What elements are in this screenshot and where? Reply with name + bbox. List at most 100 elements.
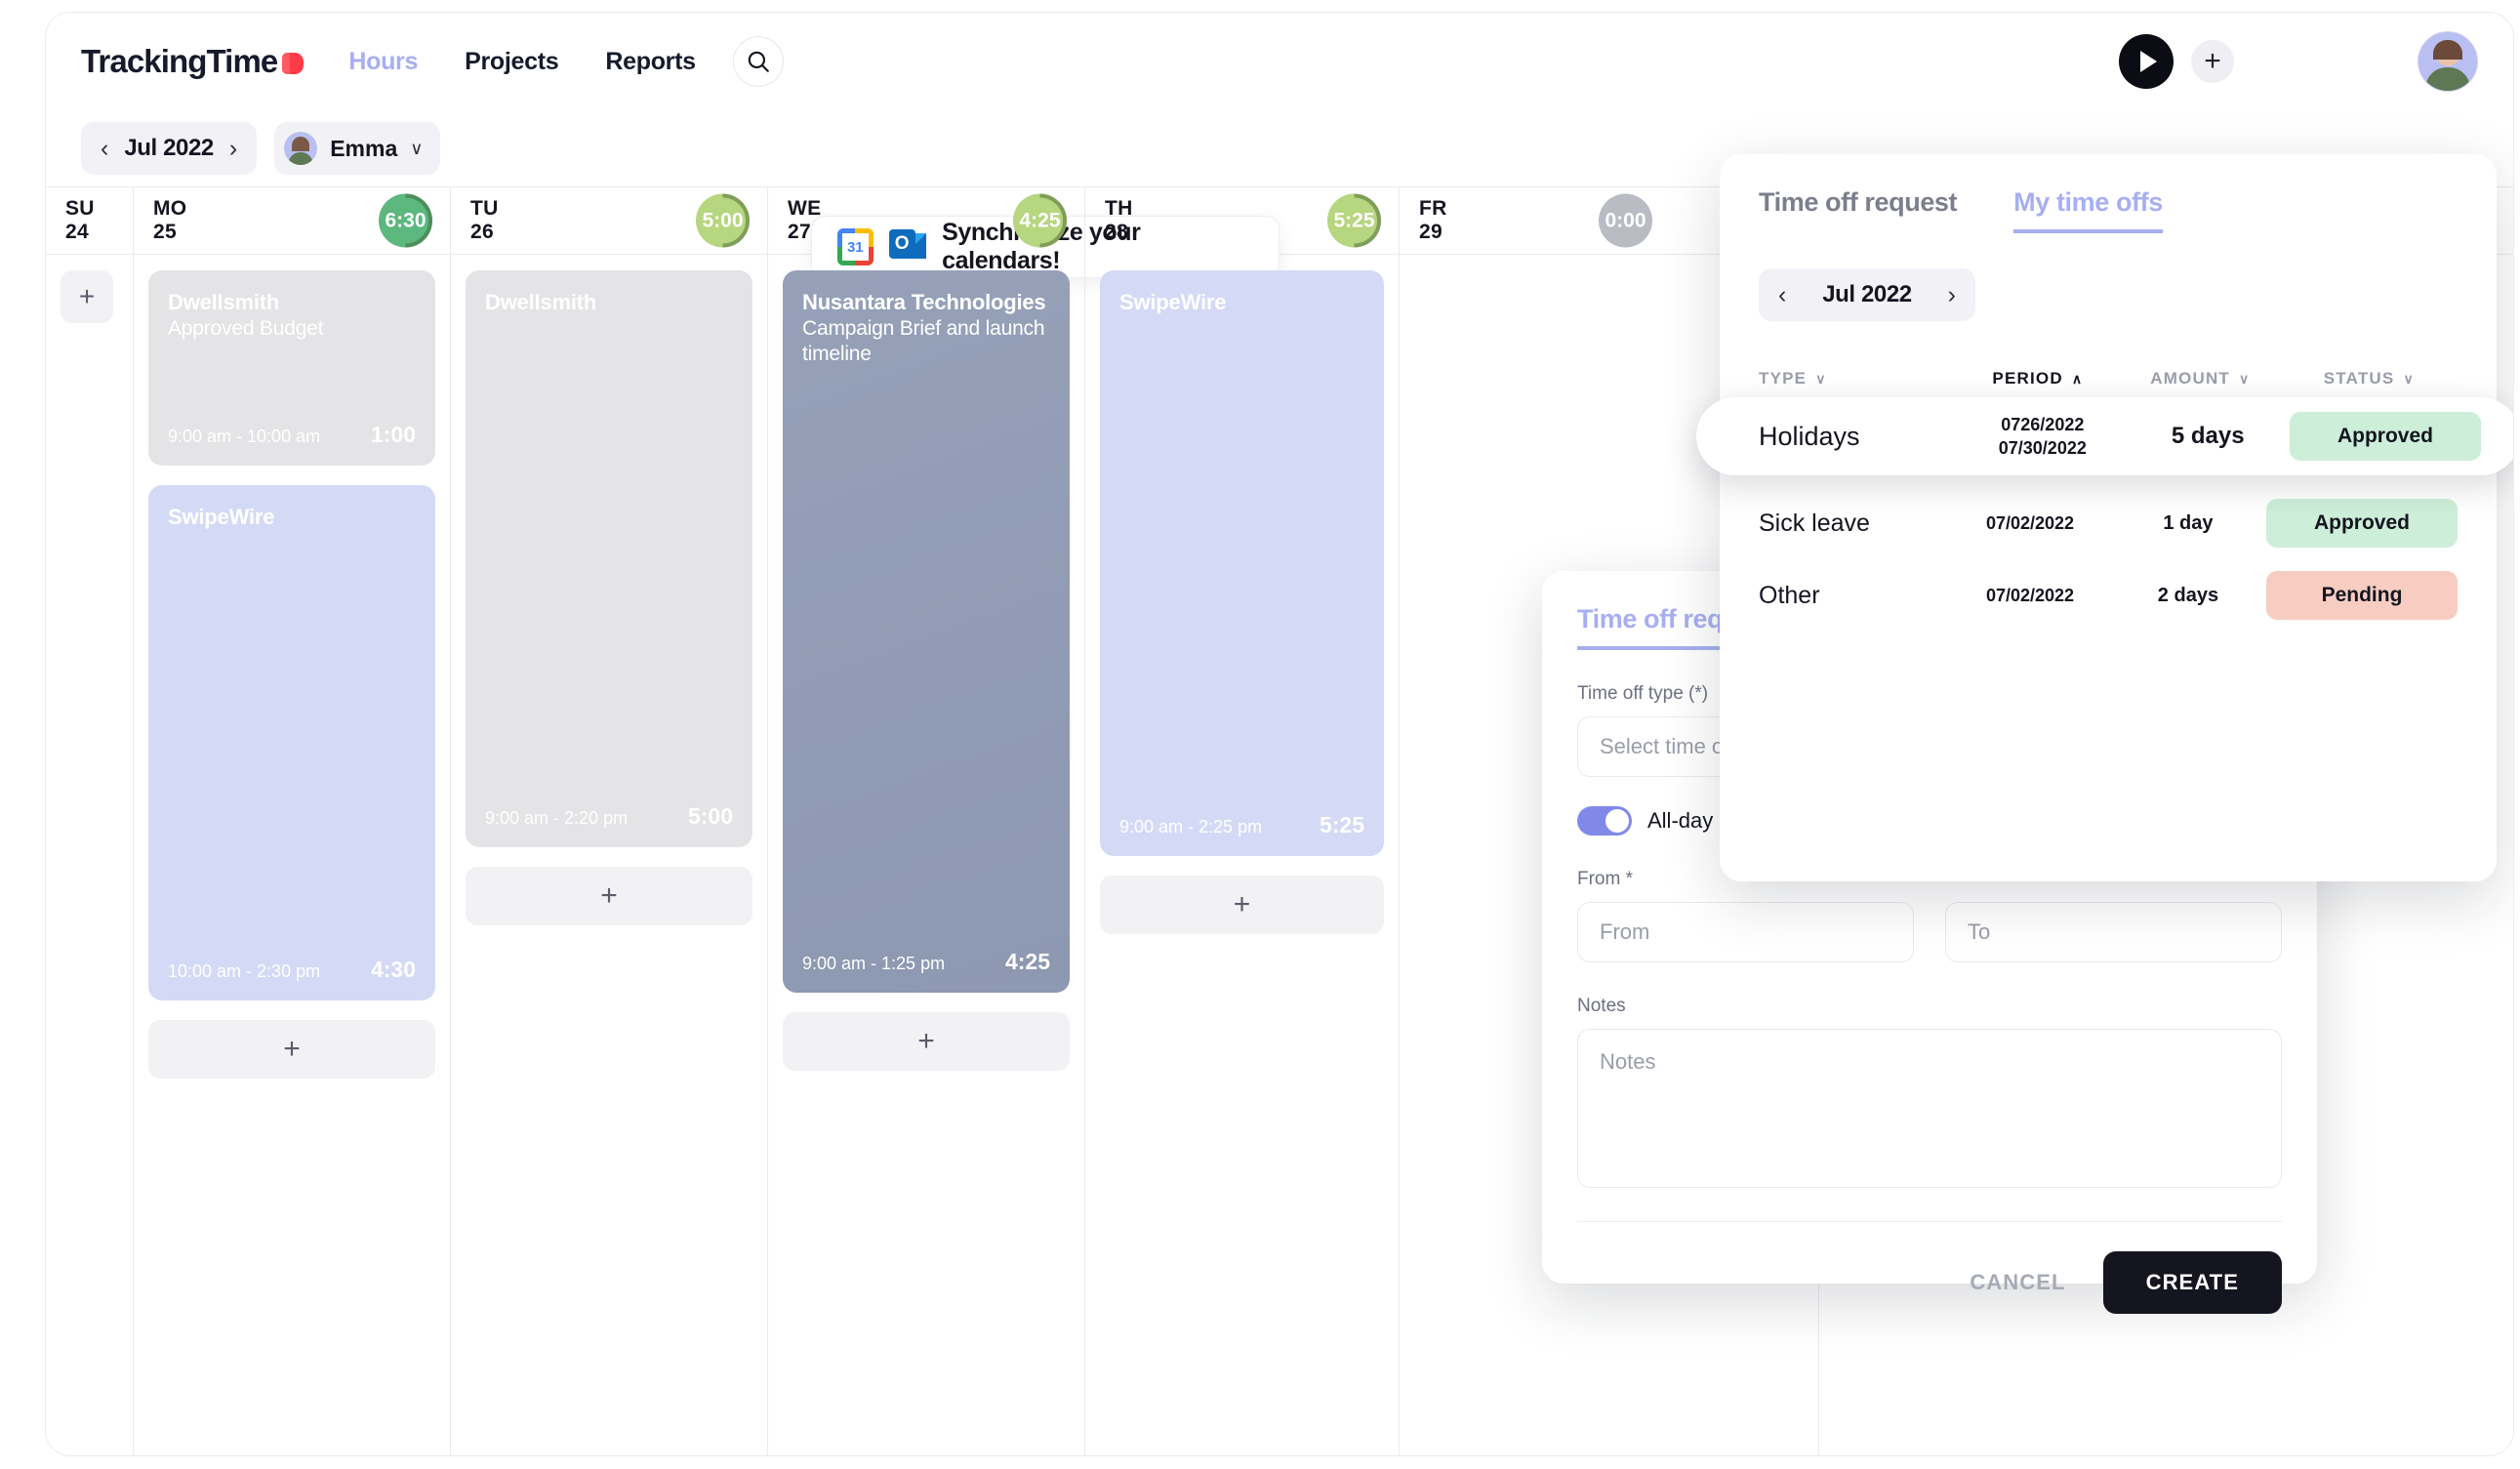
day-header-monday: MO 25 6:30 bbox=[134, 187, 451, 254]
entry-time-range: 9:00 am - 2:25 pm bbox=[1119, 817, 1263, 837]
row-status: Approved bbox=[2266, 499, 2458, 548]
add-time-entry-button[interactable]: + bbox=[1100, 876, 1384, 934]
time-offs-table-header: TYPE ∨ PERIOD ∧ AMOUNT ∨ STATUS ∨ bbox=[1720, 360, 2497, 397]
status-badge: Approved bbox=[2266, 499, 2458, 548]
entry-duration: 4:25 bbox=[1004, 949, 1050, 974]
entry-time-range: 9:00 am - 10:00 am bbox=[168, 427, 321, 446]
next-period-icon[interactable]: › bbox=[229, 136, 237, 161]
next-period-icon[interactable]: › bbox=[1948, 282, 1956, 307]
entry-project: Dwellsmith bbox=[485, 290, 597, 314]
day-dow: FR bbox=[1419, 196, 1447, 220]
time-entry-card[interactable]: Dwellsmith 9:00 am - 2:20 pm 5:00 bbox=[466, 270, 752, 847]
day-column-wednesday: Nusantara Technologies Campaign Brief an… bbox=[768, 255, 1085, 1455]
tab-time-off-request[interactable]: Time off request bbox=[1759, 187, 1958, 229]
day-total-badge: 0:00 bbox=[1599, 193, 1652, 248]
entry-project: SwipeWire bbox=[1119, 290, 1227, 314]
nav-item-reports[interactable]: Reports bbox=[605, 48, 696, 76]
panel-tab-bar: Time off request My time offs bbox=[1720, 187, 2497, 233]
row-status: Approved bbox=[2290, 412, 2481, 461]
day-column-sunday: + bbox=[46, 255, 134, 1455]
row-status: Pending bbox=[2266, 571, 2458, 620]
panel-period-label: Jul 2022 bbox=[1822, 281, 1912, 307]
period-selector[interactable]: ‹ Jul 2022 › bbox=[81, 122, 258, 175]
entry-time-range: 9:00 am - 2:20 pm bbox=[485, 808, 629, 828]
nav-item-hours[interactable]: Hours bbox=[348, 48, 418, 76]
day-dom: 26 bbox=[470, 221, 494, 243]
time-entry-card[interactable]: Nusantara Technologies Campaign Brief an… bbox=[783, 270, 1070, 993]
time-off-row[interactable]: Other 07/02/2022 2 days Pending bbox=[1720, 561, 2497, 630]
column-header-status[interactable]: STATUS ∨ bbox=[2324, 369, 2415, 388]
notes-label: Notes bbox=[1577, 996, 1626, 1016]
day-dom: 24 bbox=[65, 221, 89, 243]
entry-duration: 1:00 bbox=[370, 422, 416, 447]
user-filter-selector[interactable]: Emma ∨ bbox=[274, 122, 441, 175]
time-entry-card[interactable]: SwipeWire 9:00 am - 2:25 pm 5:25 bbox=[1100, 270, 1384, 856]
start-timer-button[interactable] bbox=[2119, 34, 2174, 89]
day-dom: 27 bbox=[788, 221, 811, 243]
row-period-end: 07/30/2022 bbox=[1998, 438, 2087, 458]
day-total-badge: 4:25 bbox=[1013, 193, 1067, 248]
row-period: 07/02/2022 bbox=[1985, 585, 2075, 605]
row-type: Sick leave bbox=[1759, 509, 1870, 537]
time-off-row[interactable]: Sick leave 07/02/2022 1 day Approved bbox=[1720, 489, 2497, 557]
top-right-actions: + bbox=[2119, 31, 2478, 92]
prev-period-icon[interactable]: ‹ bbox=[1778, 282, 1786, 307]
time-entry-card[interactable]: SwipeWire 10:00 am - 2:30 pm 4:30 bbox=[148, 485, 435, 1000]
row-period-start: 0726/2022 bbox=[2001, 414, 2085, 434]
cancel-button[interactable]: CANCEL bbox=[1970, 1270, 2065, 1295]
add-time-entry-button[interactable]: + bbox=[148, 1020, 435, 1079]
add-entry-button[interactable]: + bbox=[2191, 40, 2234, 83]
add-time-entry-button[interactable]: + bbox=[61, 270, 113, 323]
time-entry-card[interactable]: Dwellsmith Approved Budget 9:00 am - 10:… bbox=[148, 270, 435, 466]
chevron-down-icon: ∨ bbox=[410, 138, 424, 158]
column-header-amount[interactable]: AMOUNT ∨ bbox=[2150, 369, 2250, 388]
create-button[interactable]: CREATE bbox=[2102, 1251, 2282, 1314]
entry-duration: 4:30 bbox=[370, 957, 416, 982]
prev-period-icon[interactable]: ‹ bbox=[101, 136, 108, 161]
day-dom: 25 bbox=[153, 221, 177, 243]
day-dom: 28 bbox=[1105, 221, 1128, 243]
nav-item-projects[interactable]: Projects bbox=[465, 48, 559, 76]
day-total-badge: 5:00 bbox=[696, 193, 750, 248]
notes-input[interactable]: Notes bbox=[1577, 1029, 2282, 1188]
user-filter-avatar bbox=[284, 132, 318, 165]
day-header-tuesday: TU 26 5:00 bbox=[451, 187, 768, 254]
day-header-sunday: SU 24 bbox=[46, 187, 134, 254]
add-time-entry-button[interactable]: + bbox=[783, 1012, 1070, 1071]
entry-time-range: 10:00 am - 2:30 pm bbox=[168, 961, 321, 981]
app-window: TrackingTime Hours Projects Reports + ‹ … bbox=[45, 12, 2514, 1456]
day-header-wednesday: WE 27 4:25 bbox=[768, 187, 1085, 254]
to-date-input[interactable]: To bbox=[1945, 902, 2282, 962]
chevron-up-icon: ∧ bbox=[2071, 370, 2084, 387]
main-nav: Hours Projects Reports bbox=[348, 48, 696, 76]
entry-duration: 5:00 bbox=[687, 803, 733, 829]
day-column-thursday: SwipeWire 9:00 am - 2:25 pm 5:25 + bbox=[1085, 255, 1400, 1455]
account-avatar[interactable] bbox=[2418, 31, 2478, 92]
add-time-entry-button[interactable]: + bbox=[466, 867, 752, 925]
day-column-monday: Dwellsmith Approved Budget 9:00 am - 10:… bbox=[134, 255, 451, 1455]
chevron-down-icon: ∨ bbox=[1815, 370, 1827, 387]
day-total-badge: 6:30 bbox=[379, 193, 432, 248]
status-badge: Approved bbox=[2290, 412, 2481, 461]
day-column-tuesday: Dwellsmith 9:00 am - 2:20 pm 5:00 + bbox=[451, 255, 768, 1455]
row-amount: 5 days bbox=[2171, 423, 2245, 449]
tab-my-time-offs[interactable]: My time offs bbox=[2013, 187, 2163, 233]
day-dow: SU bbox=[65, 196, 95, 220]
day-dow: TH bbox=[1105, 196, 1133, 220]
search-icon[interactable] bbox=[732, 36, 784, 87]
from-date-input[interactable]: From bbox=[1577, 902, 1914, 962]
row-period: 07/02/2022 bbox=[1985, 512, 2075, 533]
all-day-toggle[interactable] bbox=[1577, 806, 1632, 836]
app-logo[interactable]: TrackingTime bbox=[81, 43, 305, 80]
panel-period-selector[interactable]: ‹ Jul 2022 › bbox=[1759, 268, 1975, 321]
time-off-row[interactable]: Holidays 0726/2022 07/30/2022 5 days App… bbox=[1696, 397, 2513, 475]
column-header-type[interactable]: TYPE ∨ bbox=[1759, 369, 1956, 388]
row-amount: 1 day bbox=[2163, 511, 2214, 534]
chevron-down-icon: ∨ bbox=[2239, 370, 2251, 387]
column-header-period[interactable]: PERIOD ∧ bbox=[1992, 368, 2083, 390]
logo-text: TrackingTime bbox=[81, 43, 278, 79]
panel-period-nav: ‹ Jul 2022 › bbox=[1720, 268, 2497, 321]
row-type: Holidays bbox=[1759, 421, 1860, 451]
dialog-divider bbox=[1577, 1221, 2282, 1222]
all-day-label: All-day bbox=[1647, 808, 1714, 833]
